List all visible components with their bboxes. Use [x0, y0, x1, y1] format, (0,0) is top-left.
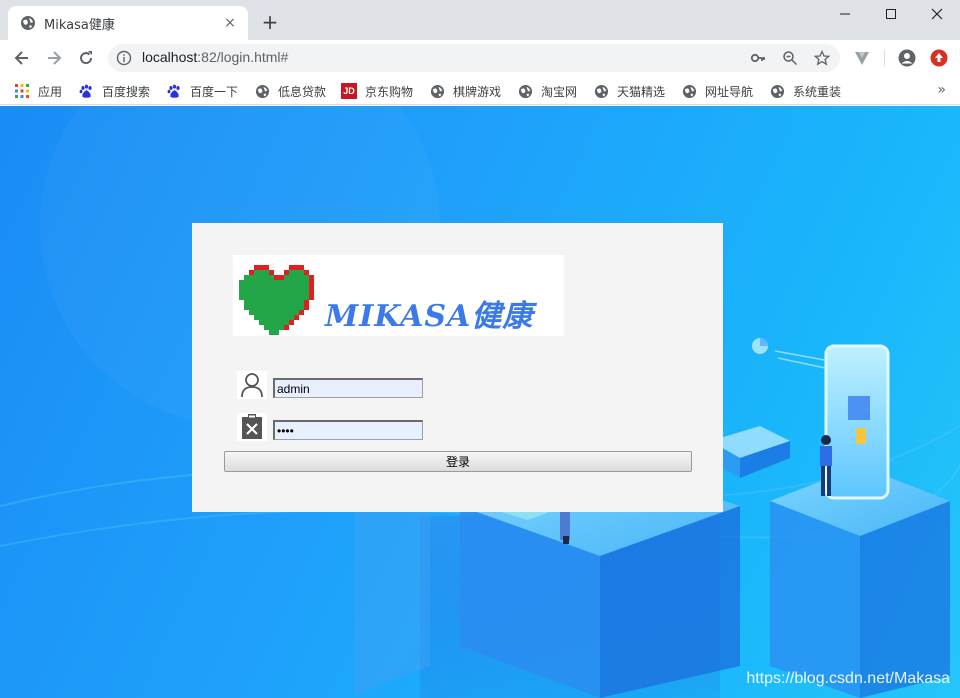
zoom-icon[interactable]	[782, 50, 798, 66]
baidu-paw-icon	[78, 83, 94, 99]
bookmark-jd[interactable]: JD 京东购物	[341, 82, 413, 100]
jd-icon: JD	[341, 83, 357, 99]
page-viewport: MIKASA健康 登录 https://blog.csdn.net/Makasa	[0, 106, 960, 698]
tab-close-icon[interactable]: ×	[222, 15, 238, 31]
window-close-icon	[931, 8, 943, 20]
bookmark-reinstall[interactable]: 系统重装	[769, 82, 841, 100]
toolbar-divider	[884, 50, 885, 66]
login-panel: MIKASA健康 登录	[192, 223, 723, 512]
window-close-button[interactable]	[914, 0, 960, 28]
back-arrow-icon	[14, 51, 28, 65]
clipboard-x-icon	[237, 413, 267, 441]
minimize-icon	[840, 13, 850, 15]
url-text[interactable]: localhost:82/login.html#	[142, 49, 288, 65]
key-icon[interactable]	[750, 50, 766, 66]
bookmark-label: 京东购物	[365, 84, 414, 99]
bookmark-label: 淘宝网	[541, 84, 578, 99]
login-button[interactable]: 登录	[224, 451, 692, 472]
browser-tab[interactable]: Mikasa健康 ×	[8, 6, 248, 40]
bookmark-tmall[interactable]: 天猫精选	[593, 82, 665, 100]
bookmark-label: 应用	[38, 84, 63, 99]
bookmarks-overflow-icon[interactable]: »	[937, 82, 946, 98]
profile-icon[interactable]	[897, 48, 917, 68]
pixel-heart-icon	[239, 265, 314, 335]
bookmark-label: 网址导航	[705, 84, 754, 99]
reload-button[interactable]	[74, 46, 98, 70]
address-bar[interactable]: localhost:82/login.html#	[108, 44, 840, 72]
forward-button[interactable]	[42, 46, 66, 70]
new-tab-button[interactable]: +	[258, 10, 282, 34]
info-icon[interactable]	[116, 50, 132, 66]
globe-icon	[593, 83, 609, 99]
bookmark-baidu-search[interactable]: 百度搜索	[78, 82, 150, 100]
bookmark-label: 百度搜索	[102, 84, 151, 99]
bookmark-url-nav[interactable]: 网址导航	[681, 82, 753, 100]
baidu-paw-icon	[166, 83, 182, 99]
globe-icon	[254, 83, 270, 99]
apps-grid-icon	[14, 83, 30, 99]
maximize-icon	[886, 9, 896, 19]
mikasa-logo: MIKASA健康	[233, 255, 564, 336]
tab-strip: Mikasa健康 × +	[0, 0, 960, 40]
maximize-button[interactable]	[868, 0, 914, 28]
minimize-button[interactable]	[822, 0, 868, 28]
bookmark-label: 棋牌游戏	[453, 84, 502, 99]
globe-icon	[681, 83, 697, 99]
globe-icon	[429, 83, 445, 99]
bookmark-chess-games[interactable]: 棋牌游戏	[429, 82, 501, 100]
url-path: :82/login.html#	[197, 49, 289, 65]
bookmark-apps[interactable]: 应用	[14, 82, 62, 100]
browser-toolbar: localhost:82/login.html#	[0, 40, 960, 76]
user-icon	[237, 371, 267, 399]
back-button[interactable]	[10, 46, 34, 70]
bookmark-taobao[interactable]: 淘宝网	[517, 82, 577, 100]
url-host: localhost	[142, 49, 198, 65]
bookmark-label: 天猫精选	[617, 84, 666, 99]
bookmark-star-icon[interactable]	[814, 50, 830, 66]
password-input[interactable]	[273, 420, 423, 440]
extension-v-icon[interactable]	[852, 48, 872, 68]
logo-text: MIKASA健康	[325, 299, 534, 334]
bookmarks-bar: 应用 百度搜索 百度一下 低息贷款 JD 京东购物 棋牌游戏 淘宝网 天猫精选 …	[0, 76, 960, 105]
globe-icon	[21, 16, 35, 30]
globe-icon	[769, 83, 785, 99]
username-input[interactable]	[273, 378, 423, 398]
bookmark-label: 低息贷款	[278, 84, 327, 99]
watermark: https://blog.csdn.net/Makasa	[746, 670, 950, 687]
forward-arrow-icon	[48, 51, 62, 65]
bookmark-baidu-yixia[interactable]: 百度一下	[166, 82, 238, 100]
update-icon[interactable]	[929, 48, 949, 68]
reload-icon	[80, 51, 93, 65]
tab-title: Mikasa健康	[44, 17, 115, 33]
bookmark-label: 百度一下	[190, 84, 239, 99]
bookmark-label: 系统重装	[793, 84, 842, 99]
globe-icon	[517, 83, 533, 99]
bookmark-low-interest[interactable]: 低息贷款	[254, 82, 326, 100]
